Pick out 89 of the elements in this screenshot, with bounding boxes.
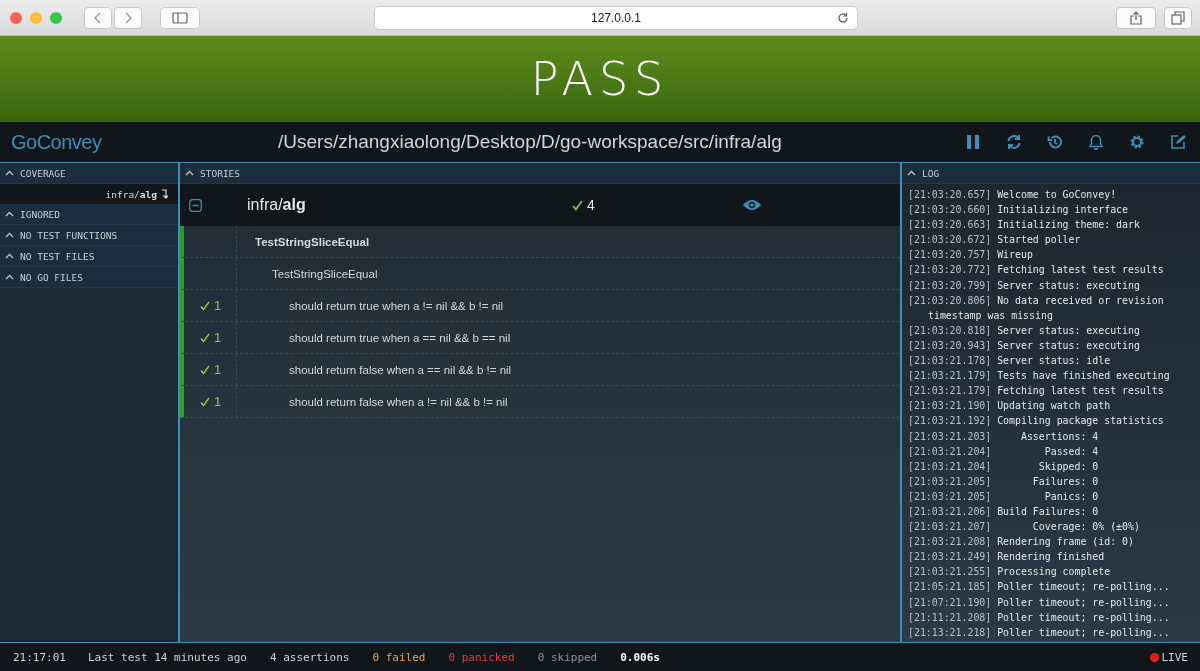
- section-title: NO TEST FILES: [20, 250, 95, 262]
- share-icon: [1130, 10, 1143, 25]
- log-entry: [21:03:20.818] Server status: executing: [908, 323, 1141, 338]
- log-entry: [21:03:21.255] Processing complete: [908, 565, 1112, 580]
- section-title: COVERAGE: [20, 167, 66, 179]
- log-entry: [21:03:21.205] Panics: 0: [908, 489, 1100, 504]
- section-title: IGNORED: [20, 208, 61, 220]
- check-icon: [200, 396, 210, 407]
- passed-count: 1: [214, 330, 222, 345]
- passed-count: 1: [214, 298, 222, 313]
- section-header[interactable]: NO GO FILES: [0, 267, 178, 288]
- reload-icon[interactable]: [837, 11, 850, 24]
- log-entry: [21:03:20.757] Wireup: [908, 248, 1034, 263]
- log-entry: [21:03:21.204] Passed: 4: [908, 444, 1100, 459]
- log-entry: [21:03:21.206] Build Failures: 0: [908, 504, 1100, 519]
- story-title: should return false when a == nil && b != nil: [289, 363, 512, 376]
- log-entry: [21:03:20.657] Welcome to GoConvey!: [908, 188, 1118, 202]
- log-entry: [21:03:21.192] Compiling package statistics: [908, 414, 1165, 429]
- refresh-icon[interactable]: [1006, 134, 1022, 150]
- settings-icon[interactable]: [1129, 134, 1145, 150]
- section-title: LOG: [922, 167, 940, 179]
- story-title: should return true when a == nil && b == nil: [289, 331, 511, 344]
- eye-icon[interactable]: [742, 199, 762, 211]
- log-entry: [21:03:20.799] Server status: executing: [908, 278, 1141, 293]
- section-header[interactable]: IGNORED: [0, 204, 178, 225]
- coverage-package-link[interactable]: infra/alg: [105, 188, 157, 200]
- log-entry: [21:03:20.806] No data received or revision timestamp was missing: [908, 293, 1165, 323]
- chevron-icon[interactable]: [185, 170, 194, 176]
- arrow-down-icon: [161, 189, 168, 199]
- log-entry: [21:03:21.207] Coverage: 0% (±0%): [908, 520, 1141, 535]
- check-icon: [572, 199, 583, 211]
- check-icon: [200, 300, 210, 311]
- log-entry: [21:03:21.205] Failures: 0: [908, 474, 1100, 489]
- check-icon: [200, 364, 210, 375]
- log-entry: [21:03:20.660] Initializing interface: [908, 203, 1129, 218]
- story-title: TestStringSliceEqual: [272, 267, 378, 280]
- section-title: NO GO FILES: [20, 271, 83, 283]
- section-header[interactable]: COVERAGE: [0, 163, 178, 184]
- passed-count: 1: [214, 394, 222, 409]
- chevron-right-icon: [124, 11, 132, 24]
- package-path: /Users/zhangxiaolong/Desktop/D/go-workspace/src/infra/alg: [278, 131, 782, 153]
- check-icon: [200, 332, 210, 343]
- chevron-left-icon: [94, 11, 102, 24]
- status-text: 0 skipped: [537, 650, 598, 664]
- package-name: infra/alg: [247, 196, 307, 214]
- story-title: should return false when a != nil && b != nil: [289, 395, 508, 408]
- history-icon[interactable]: [1047, 134, 1063, 150]
- sidebar-toggle-button[interactable]: [160, 6, 200, 29]
- sidebar-icon: [171, 11, 188, 24]
- log-entry: [21:03:21.203] Assertions: 4: [908, 429, 1100, 444]
- log-entry: [21:03:20.672] Started poller: [908, 233, 1082, 248]
- edit-icon[interactable]: [1170, 134, 1186, 150]
- log-entry: [21:03:21.249] Rendering finished: [908, 550, 1106, 565]
- section-header[interactable]: NO TEST FILES: [0, 246, 178, 267]
- log-entry: [21:03:21.179] Tests have finished executing: [908, 369, 1171, 384]
- story-title: should return true when a != nil && b != nil: [289, 299, 504, 312]
- section-title: STORIES: [200, 167, 241, 179]
- log-entry: [21:03:21.204] Skipped: 0: [908, 459, 1100, 474]
- collapse-icon[interactable]: [189, 198, 202, 212]
- tabs-icon: [1171, 10, 1185, 25]
- pause-icon[interactable]: [965, 134, 981, 150]
- status-text: 21:17:01: [13, 650, 66, 664]
- log-entry: [21:05:21.185] Poller timeout; re-polling...: [908, 580, 1171, 595]
- log-entry: [21:03:21.178] Server status: idle: [908, 354, 1112, 369]
- status-text: 0 failed: [372, 650, 426, 664]
- section-header[interactable]: NO TEST FUNCTIONS: [0, 225, 178, 246]
- log-entry: [21:03:21.190] Updating watch path: [908, 399, 1112, 414]
- log-entry: [21:03:21.208] Rendering frame (id: 0): [908, 535, 1135, 550]
- passed-count: 1: [214, 362, 222, 377]
- log-entry: [21:11:21.208] Poller timeout; re-polling...: [908, 610, 1171, 625]
- log-entry: [21:03:20.943] Server status: executing: [908, 338, 1141, 353]
- log-entry: [21:03:21.179] Fetching latest test results: [908, 384, 1165, 399]
- log-entry: [21:03:20.663] Initializing theme: dark: [908, 218, 1141, 233]
- pass-status: PASS: [530, 52, 670, 106]
- log-entry: [21:03:20.772] Fetching latest test results: [908, 263, 1165, 278]
- log-entry: [21:13:21.218] Poller timeout; re-polling...: [908, 625, 1171, 640]
- address-bar[interactable]: 127.0.0.1: [373, 5, 859, 30]
- story-title: TestStringSliceEqual: [255, 235, 370, 248]
- status-text: Last test 14 minutes ago: [88, 650, 247, 664]
- chevron-icon[interactable]: [907, 170, 916, 176]
- status-text: 4 assertions: [269, 650, 350, 664]
- status-text: 0 panicked: [448, 650, 515, 664]
- bell-icon[interactable]: [1088, 134, 1104, 150]
- passed-count: 4: [587, 197, 595, 213]
- section-title: NO TEST FUNCTIONS: [20, 229, 118, 241]
- live-label: LIVE: [1161, 650, 1188, 664]
- logo: GoConvey: [11, 130, 103, 154]
- status-text: 0.006s: [620, 650, 660, 664]
- log-entry: [21:07:21.190] Poller timeout; re-polling...: [908, 595, 1171, 610]
